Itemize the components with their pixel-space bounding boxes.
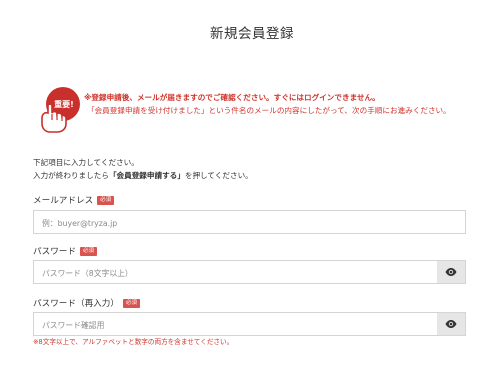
email-label: メールアドレス 必須 (33, 194, 115, 206)
password-label: パスワード 必須 (33, 245, 97, 257)
required-badge: 必須 (122, 298, 140, 308)
email-field-wrapper (33, 210, 466, 235)
email-input[interactable] (34, 212, 465, 235)
password-field-wrapper (33, 260, 466, 285)
eye-icon (445, 268, 457, 276)
toggle-password-confirm-visibility-button[interactable] (437, 313, 465, 335)
password-label-text: パスワード (33, 247, 76, 257)
important-label: 重要! (54, 99, 74, 109)
intro-suffix: を押してください。 (184, 171, 253, 180)
password-input[interactable] (34, 262, 465, 285)
required-badge: 必須 (79, 246, 97, 256)
password-confirm-label-text: パスワード（再入力） (33, 299, 119, 309)
toggle-password-visibility-button[interactable] (437, 261, 465, 283)
intro-text-2: 入力が終わりましたら「会員登録申請する」を押してください。 (33, 170, 253, 181)
intro-prefix: 入力が終わりましたら (33, 171, 109, 180)
page-title: 新規会員登録 (210, 26, 294, 42)
password-confirm-input[interactable] (34, 314, 465, 337)
important-hand-icon: 重要! (36, 84, 86, 134)
required-badge: 必須 (97, 195, 115, 205)
notice-line-2: 「会員登録申請を受け付けました」という件名のメールの内容にしたがって、次の手順に… (87, 106, 451, 115)
intro-text-1: 下記項目に入力してください。 (33, 158, 139, 167)
notice-line-1: ※登録申請後、メールが届きますのでご確認ください。すぐにはログインできません。 (84, 93, 380, 102)
intro-submit-reference: 「会員登録申請する」 (108, 171, 185, 180)
eye-icon (445, 320, 457, 328)
password-confirm-label: パスワード（再入力） 必須 (33, 297, 140, 309)
password-hint: ※8文字以上で、アルファベットと数字の両方を含ませてください。 (33, 338, 234, 346)
email-label-text: メールアドレス (33, 196, 94, 206)
password-confirm-field-wrapper (33, 312, 466, 337)
